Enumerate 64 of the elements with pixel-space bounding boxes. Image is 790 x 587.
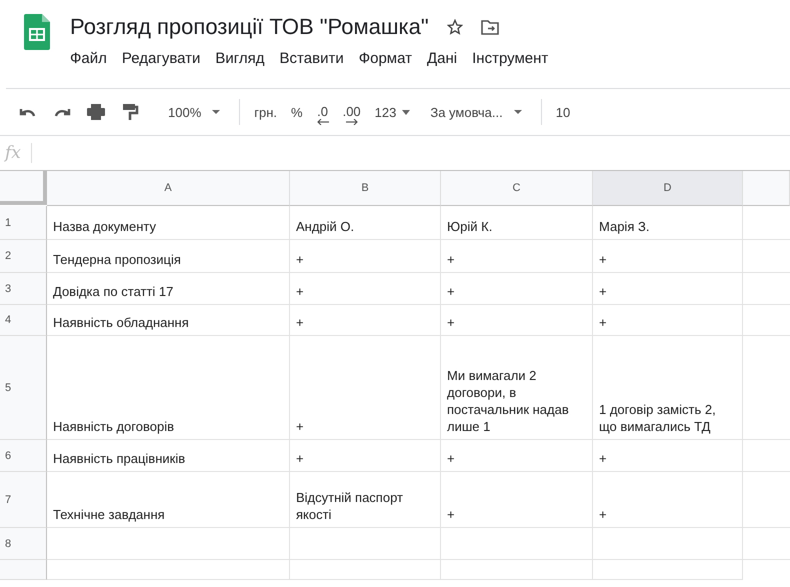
table-cell: Наявність обладнання [47, 305, 290, 336]
row-header[interactable]: 4 [0, 305, 47, 336]
row-header[interactable]: 5 [0, 336, 47, 440]
table-cell: Відсутній паспорт якості [290, 472, 441, 528]
toolbar-button[interactable]: 10 [556, 104, 570, 120]
table-cell: + [441, 440, 593, 472]
table-cell: Тендерна пропозиція [47, 240, 290, 273]
table-cell: + [290, 440, 441, 472]
table-cell: Назва документу [47, 206, 290, 240]
table-cell: Юрій К. [441, 206, 593, 240]
table-cell: + [593, 305, 743, 336]
folder-icon[interactable] [480, 20, 499, 34]
formula-label: fx [0, 143, 32, 163]
table-cell: Довідка по статті 17 [47, 273, 290, 305]
table-cell: + [290, 336, 441, 440]
table-cell: Ми вимагали 2 договори, в постачальник надав лише 1 [441, 336, 593, 440]
table-cell: + [290, 305, 441, 336]
table-cell: + [441, 305, 593, 336]
toolbar-button[interactable]: грн. [254, 104, 278, 120]
increase-decimal-button[interactable]: .00 [342, 105, 361, 125]
decrease-decimal-button[interactable]: .0 [316, 105, 329, 125]
table-cell: + [593, 273, 743, 305]
menu-item[interactable]: Дані [427, 50, 458, 67]
table-cell: Андрій О. [290, 206, 441, 240]
table-cell: + [593, 240, 743, 273]
table-cell: Наявність договорів [47, 336, 290, 440]
paint-format-icon[interactable] [120, 103, 140, 121]
row-header[interactable]: 2 [0, 240, 47, 273]
dropdown[interactable]: 100% [168, 104, 226, 120]
document-title[interactable]: Розгляд пропозиції ТОВ "Ромашка" [70, 14, 429, 40]
table-cell: + [290, 273, 441, 305]
toolbar-button[interactable]: % [291, 104, 303, 120]
column-header[interactable]: B [290, 171, 441, 206]
table-cell: + [290, 240, 441, 273]
table-cell: Технічне завдання [47, 472, 290, 528]
menu-item[interactable]: Вставити [280, 50, 344, 67]
table-cell: + [441, 240, 593, 273]
caret-icon [402, 110, 410, 114]
table-cell: + [441, 472, 593, 528]
menu-item[interactable]: Формат [358, 50, 412, 67]
menu-item[interactable]: Файл [70, 50, 107, 67]
table-cell: + [441, 273, 593, 305]
table-cell: Марія З. [593, 206, 743, 240]
row-header[interactable]: 8 [0, 528, 47, 560]
menu-item[interactable]: Вигляд [215, 50, 265, 67]
row-header[interactable]: 7 [0, 472, 47, 528]
column-header[interactable]: A [47, 171, 290, 206]
menu-item[interactable]: Редагувати [122, 50, 200, 67]
arrow-icon [316, 119, 329, 125]
menu-item[interactable]: Інструмент [472, 50, 548, 67]
star-icon[interactable] [446, 19, 463, 35]
row-header[interactable]: 1 [0, 206, 47, 240]
row-header[interactable]: 6 [0, 440, 47, 472]
dropdown[interactable]: За умовча... [430, 104, 527, 120]
number-format-button[interactable]: 123 [374, 104, 410, 120]
table-cell: + [593, 472, 743, 528]
table-cell: 1 договір замість 2, що вимагались ТД [593, 336, 743, 440]
spreadsheet-logo-icon[interactable] [24, 14, 50, 50]
table-cell: Наявність працівників [47, 440, 290, 472]
row-header[interactable]: 3 [0, 273, 47, 305]
column-header[interactable]: C [441, 171, 593, 206]
table-cell: + [593, 440, 743, 472]
column-header[interactable]: D [593, 171, 743, 206]
arrow-icon [346, 119, 358, 125]
